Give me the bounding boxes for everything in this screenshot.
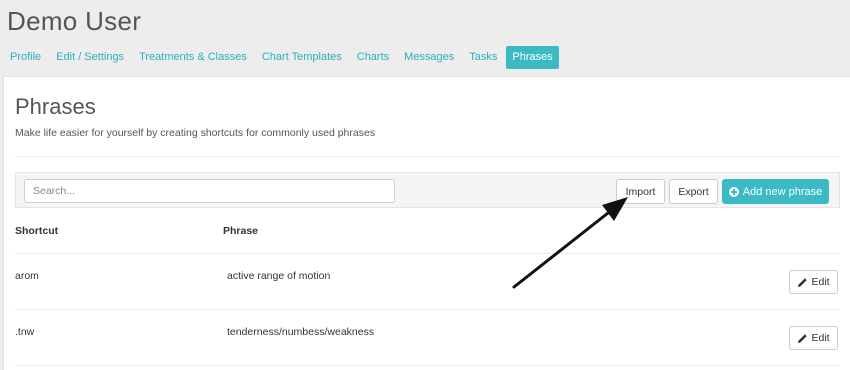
- pencil-icon: [798, 277, 808, 287]
- column-header-shortcut: Shortcut: [15, 225, 59, 237]
- add-new-phrase-button[interactable]: Add new phrase: [722, 179, 829, 204]
- tab-phrases[interactable]: Phrases: [506, 45, 559, 69]
- import-button[interactable]: Import: [616, 179, 665, 204]
- add-new-phrase-label: Add new phrase: [742, 185, 823, 198]
- tab-messages[interactable]: Messages: [398, 46, 460, 69]
- tab-bar: Profile Edit / Settings Treatments & Cla…: [4, 45, 562, 69]
- tab-profile[interactable]: Profile: [4, 46, 47, 69]
- edit-button[interactable]: Edit: [789, 270, 838, 294]
- tab-edit-settings[interactable]: Edit / Settings: [50, 46, 130, 69]
- row-divider: [15, 365, 840, 366]
- export-button[interactable]: Export: [669, 179, 718, 204]
- row-shortcut: arom: [15, 270, 39, 282]
- divider: [15, 156, 840, 157]
- edit-label: Edit: [811, 276, 830, 288]
- header: Demo User Profile Edit / Settings Treatm…: [0, 0, 850, 76]
- tab-tasks[interactable]: Tasks: [463, 46, 503, 69]
- tab-chart-templates[interactable]: Chart Templates: [256, 46, 348, 69]
- row-divider: [15, 253, 840, 254]
- plus-circle-icon: [728, 186, 739, 197]
- row-phrase: tenderness/numbess/weakness: [227, 326, 375, 338]
- edit-button[interactable]: Edit: [789, 326, 838, 350]
- edit-label: Edit: [811, 332, 830, 344]
- column-header-phrase: Phrase: [223, 225, 259, 237]
- page-title: Phrases: [15, 94, 96, 119]
- tab-treatments-classes[interactable]: Treatments & Classes: [133, 46, 253, 69]
- row-shortcut: .tnw: [15, 326, 35, 338]
- phrases-panel: Phrases Make life easier for yourself by…: [3, 76, 850, 370]
- page-subtitle: Make life easier for yourself by creatin…: [15, 127, 376, 139]
- search-input[interactable]: [24, 179, 395, 203]
- user-name-title: Demo User: [7, 6, 142, 36]
- phrases-toolbar: Import Export Add new phrase: [15, 172, 840, 208]
- pencil-icon: [798, 333, 808, 343]
- tab-charts[interactable]: Charts: [351, 46, 395, 69]
- row-phrase: active range of motion: [227, 270, 331, 282]
- row-divider: [15, 309, 840, 310]
